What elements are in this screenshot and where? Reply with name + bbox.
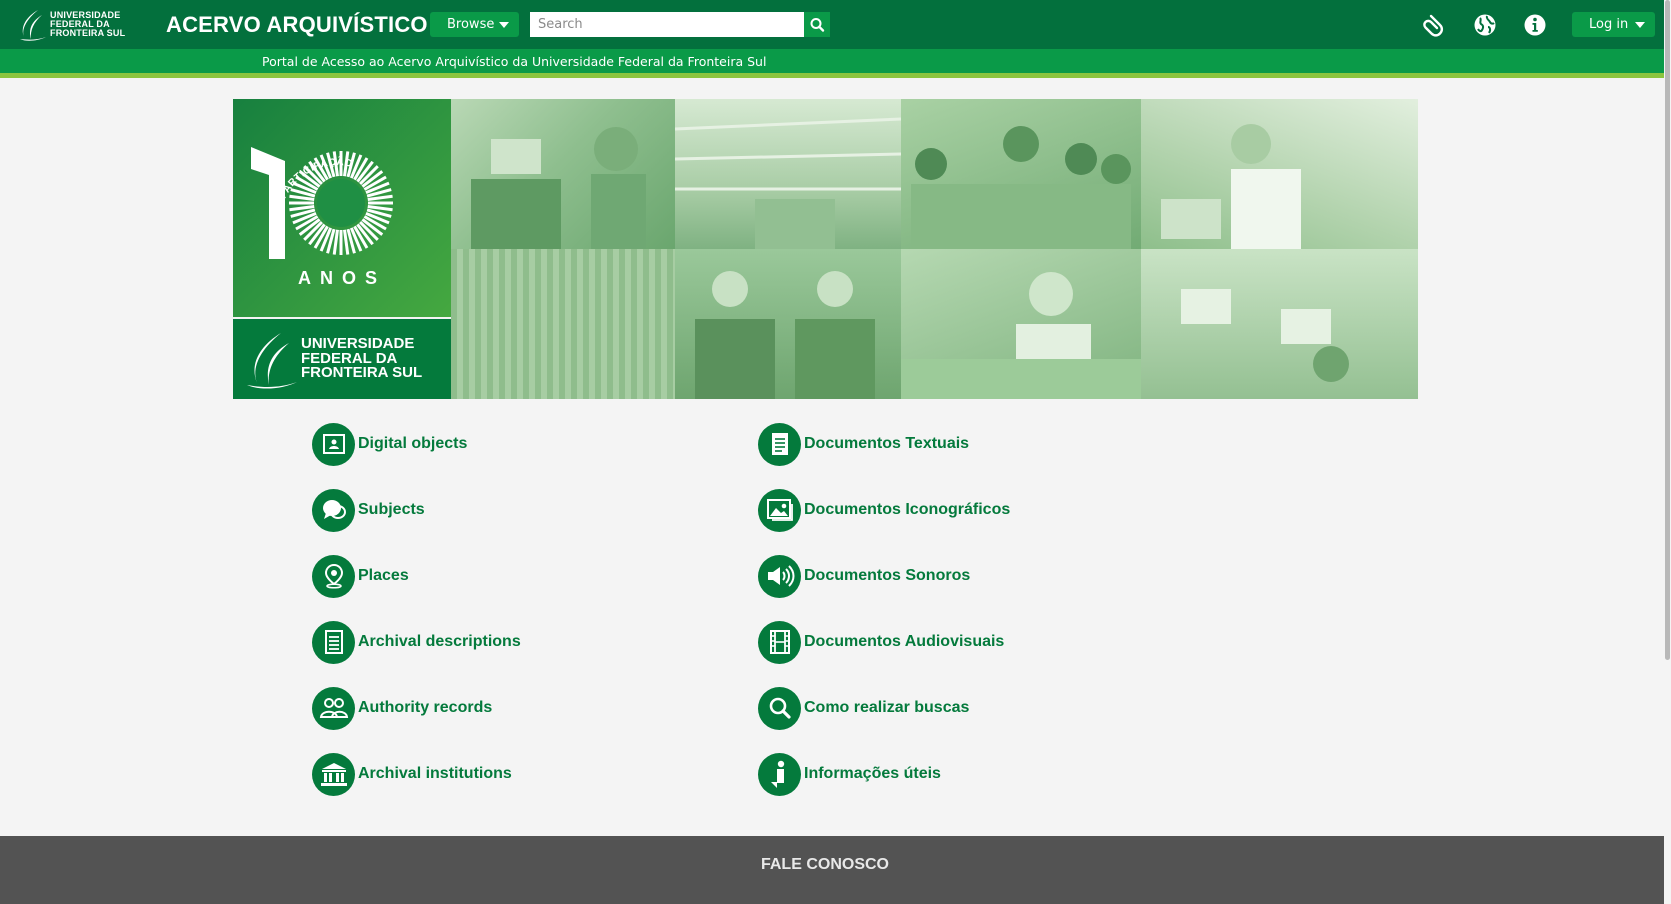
anniversary-logo: PARTICIPAÇÃO ANOS: [233, 99, 451, 317]
link-informacoes-uteis[interactable]: Informações úteis: [758, 752, 941, 796]
login-label: Log in: [1589, 17, 1629, 32]
speaker-icon: [758, 554, 801, 598]
link-label: Archival institutions: [358, 765, 512, 782]
link-documentos-iconograficos[interactable]: Documentos Iconográficos: [758, 488, 1010, 532]
photo-computer-lab: [1141, 249, 1418, 399]
site-tagline: Portal de Acesso ao Acervo Arquivístico …: [262, 54, 767, 69]
login-menu-button[interactable]: Log in: [1572, 12, 1655, 37]
film-icon: [758, 620, 801, 664]
photo-farmers: [675, 249, 901, 399]
picture-icon: [758, 488, 801, 532]
search-input[interactable]: [530, 12, 804, 37]
link-label: Documentos Iconográficos: [804, 501, 1011, 518]
photo-auditorium: [451, 249, 675, 399]
map-pin-icon: [312, 554, 355, 598]
top-navbar: UNIVERSIDADE FEDERAL DA FRONTEIRA SUL AC…: [0, 0, 1664, 49]
search-button[interactable]: [804, 12, 830, 37]
search-icon: [810, 18, 825, 32]
link-label: Digital objects: [358, 435, 468, 452]
people-icon: [312, 686, 355, 730]
institution-icon: [312, 752, 355, 796]
ten-years-emblem: PARTICIPAÇÃO ANOS: [233, 99, 451, 317]
image-frame-icon: [312, 422, 355, 466]
uffs-flame-icon: [20, 10, 46, 41]
browse-label: Browse: [447, 17, 495, 32]
tagline-bar: Portal de Acesso ao Acervo Arquivístico …: [0, 49, 1664, 73]
caret-down-icon: [1635, 22, 1645, 28]
photo-building-atrium: [675, 99, 901, 249]
link-label: Places: [358, 567, 409, 584]
link-label: Como realizar buscas: [804, 699, 970, 716]
photo-student-computer: [451, 99, 675, 249]
site-footer: FALE CONOSCO: [0, 836, 1664, 904]
university-logo[interactable]: UNIVERSIDADE FEDERAL DA FRONTEIRA SUL: [18, 8, 130, 42]
accent-divider: [0, 73, 1664, 78]
link-label: Documentos Sonoros: [804, 567, 971, 584]
photo-student-smiling: [901, 249, 1141, 399]
vertical-scrollbar[interactable]: [1664, 0, 1671, 904]
university-brand-block: UNIVERSIDADE FEDERAL DA FRONTEIRA SUL: [233, 319, 451, 399]
link-places[interactable]: Places: [312, 554, 409, 598]
info-bubble-icon: [758, 752, 801, 796]
caret-down-icon: [499, 22, 509, 28]
search-box: [530, 12, 830, 37]
document-list-icon: [312, 620, 355, 664]
link-label: Subjects: [358, 501, 425, 518]
speech-bubbles-icon: [312, 488, 355, 532]
page: UNIVERSIDADE FEDERAL DA FRONTEIRA SUL AC…: [0, 0, 1664, 904]
uffs-flame-icon: [247, 333, 297, 389]
photo-students-group: [901, 99, 1141, 249]
link-label: Authority records: [358, 699, 493, 716]
clipboard-icon[interactable]: [1422, 12, 1448, 38]
magnifier-icon: [758, 686, 801, 730]
link-documentos-sonoros[interactable]: Documentos Sonoros: [758, 554, 970, 598]
photo-laboratory: [1141, 99, 1418, 249]
link-archival-institutions[interactable]: Archival institutions: [312, 752, 512, 796]
link-documentos-textuais[interactable]: Documentos Textuais: [758, 422, 969, 466]
home-banner: PARTICIPAÇÃO ANOS UNIVERSIDADE FEDERAL D…: [233, 99, 1418, 399]
info-icon[interactable]: [1522, 12, 1548, 38]
link-label: Documentos Textuais: [804, 435, 970, 452]
text-document-icon: [758, 422, 801, 466]
link-authority-records[interactable]: Authority records: [312, 686, 492, 730]
link-label: Archival descriptions: [358, 633, 521, 650]
link-label: Informações úteis: [804, 765, 941, 782]
link-documentos-audiovisuais[interactable]: Documentos Audiovisuais: [758, 620, 1004, 664]
link-digital-objects[interactable]: Digital objects: [312, 422, 467, 466]
browse-menu-button[interactable]: Browse: [430, 12, 519, 37]
university-name: UNIVERSIDADE FEDERAL DA FRONTEIRA SUL: [301, 335, 423, 381]
link-como-realizar-buscas[interactable]: Como realizar buscas: [758, 686, 969, 730]
anos-label: ANOS: [298, 268, 386, 288]
contact-link[interactable]: FALE CONOSCO: [0, 856, 1650, 874]
link-archival-descriptions[interactable]: Archival descriptions: [312, 620, 521, 664]
globe-icon[interactable]: [1472, 12, 1498, 38]
scrollbar-thumb[interactable]: [1665, 0, 1670, 660]
app-title[interactable]: ACERVO ARQUIVÍSTICO: [166, 12, 428, 38]
logo-wordmark: UNIVERSIDADE FEDERAL DA FRONTEIRA SUL: [50, 10, 126, 38]
link-subjects[interactable]: Subjects: [312, 488, 425, 532]
link-label: Documentos Audiovisuais: [804, 633, 1005, 650]
